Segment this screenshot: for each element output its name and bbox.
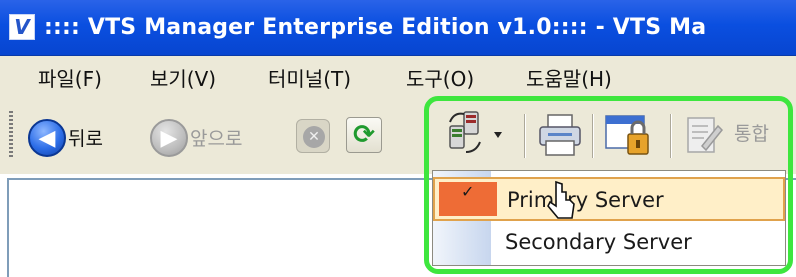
back-arrow-icon: ◀: [28, 119, 66, 157]
toolbar-grip[interactable]: [9, 111, 13, 157]
forward-arrow-glyph: ▶: [160, 125, 178, 151]
title-bar: V :::: VTS Manager Enterprise Edition v1…: [0, 0, 796, 56]
app-logo-icon[interactable]: V: [9, 14, 35, 40]
stop-icon: ✕: [296, 119, 330, 153]
menu-file[interactable]: 파일(F): [38, 66, 102, 92]
forward-label: 앞으로: [190, 128, 243, 150]
back-arrow-glyph: ◀: [38, 125, 56, 151]
refresh-icon: ⟳: [346, 117, 382, 153]
highlight-frame: [424, 96, 793, 274]
back-label: 뒤로: [68, 128, 103, 150]
stop-button[interactable]: ✕: [296, 111, 332, 161]
forward-button[interactable]: ▶ 앞으로: [150, 111, 282, 161]
menu-bar: 파일(F) 보기(V) 터미널(T) 도구(O) 도움말(H): [0, 56, 796, 99]
back-button[interactable]: ◀ 뒤로: [28, 111, 120, 161]
forward-arrow-icon: ▶: [150, 119, 188, 157]
menu-terminal[interactable]: 터미널(T): [268, 66, 351, 92]
refresh-button[interactable]: ⟳: [346, 111, 384, 161]
menu-tools[interactable]: 도구(O): [406, 66, 474, 92]
app-logo-letter: V: [14, 15, 30, 39]
stop-glyph: ✕: [303, 126, 325, 148]
menu-view[interactable]: 보기(V): [150, 66, 216, 92]
menu-help[interactable]: 도움말(H): [526, 66, 612, 92]
refresh-glyph: ⟳: [353, 120, 375, 150]
window-title: :::: VTS Manager Enterprise Edition v1.0…: [44, 15, 707, 40]
